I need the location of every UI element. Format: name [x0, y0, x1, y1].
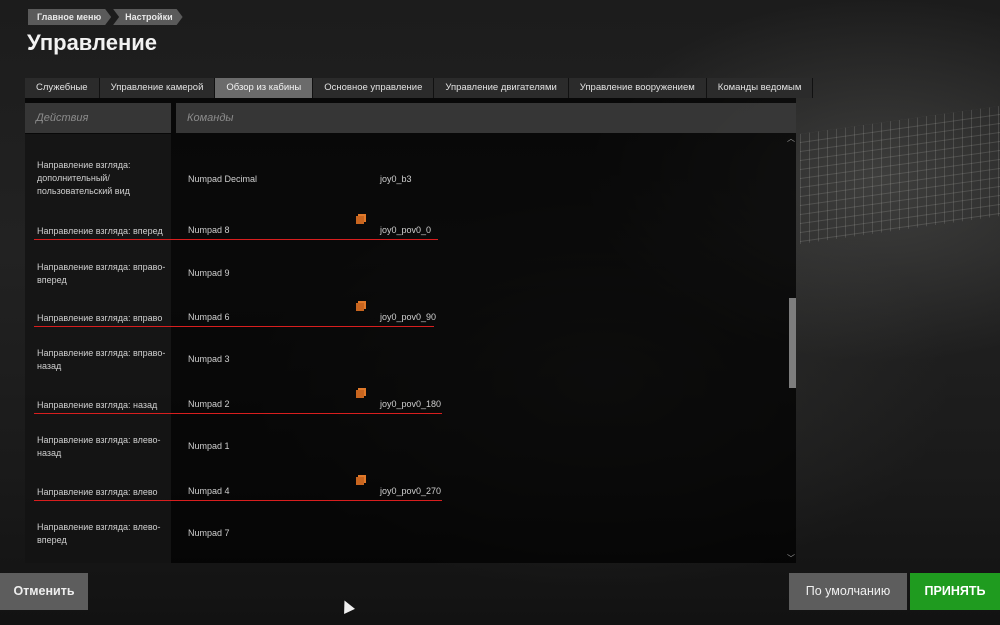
breadcrumb: Главное меню Настройки: [28, 9, 185, 25]
secondary-key[interactable]: joy0_pov0_270: [380, 486, 441, 496]
primary-key[interactable]: Numpad 1: [188, 441, 230, 451]
tab-bar: Служебные Управление камерой Обзор из ка…: [25, 78, 814, 98]
breadcrumb-main-menu[interactable]: Главное меню: [28, 9, 111, 25]
action-label: Направление взгляда: вправо: [37, 313, 163, 323]
binding-row[interactable]: Направление взгляда: влево-вперед Numpad…: [25, 521, 785, 561]
mouse-cursor-icon: [339, 598, 355, 614]
binding-row[interactable]: Направление взгляда: назад Numpad 2 joy0…: [25, 386, 785, 426]
binding-row[interactable]: Направление взгляда: вправо-назад Numpad…: [25, 347, 785, 387]
tab-weapons-control[interactable]: Управление вооружением: [568, 78, 707, 98]
action-label: Направление взгляда: вправо-вперед: [37, 262, 166, 285]
column-header-actions: Действия: [25, 103, 171, 133]
primary-key[interactable]: Numpad 8: [188, 225, 230, 235]
binding-row[interactable]: Направление взгляда: вправо-вперед Numpa…: [25, 261, 785, 301]
binding-row[interactable]: Направление взгляда: дополнительный/поль…: [25, 159, 785, 199]
binding-row[interactable]: Направление взгляда: вперед Numpad 8 joy…: [25, 212, 785, 252]
action-label: Направление взгляда: вправо-назад: [37, 348, 166, 371]
background-hangar-window: [800, 105, 1000, 245]
conflict-icon[interactable]: [356, 216, 364, 224]
accept-button[interactable]: ПРИНЯТЬ: [910, 573, 1000, 610]
tab-service[interactable]: Служебные: [25, 78, 100, 98]
conflict-underline: [34, 413, 442, 414]
conflict-underline: [34, 500, 442, 501]
action-label: Направление взгляда: влево-вперед: [37, 522, 161, 545]
binding-row[interactable]: Направление взгляда: влево Numpad 4 joy0…: [25, 473, 785, 513]
conflict-icon[interactable]: [356, 477, 364, 485]
page-title: Управление: [27, 30, 158, 55]
chevron-down-icon[interactable]: ﹀: [787, 555, 795, 563]
primary-key[interactable]: Numpad 2: [188, 399, 230, 409]
tab-cockpit-view[interactable]: Обзор из кабины: [215, 78, 314, 98]
reset-defaults-button[interactable]: По умолчанию: [789, 573, 907, 610]
bindings-scrollbar[interactable]: ︿ ﹀: [785, 135, 797, 565]
secondary-key[interactable]: joy0_b3: [380, 174, 412, 184]
conflict-underline: [34, 326, 434, 327]
conflict-icon[interactable]: [356, 390, 364, 398]
chevron-up-icon[interactable]: ︿: [787, 135, 795, 143]
bindings-panel: Действия Команды Направление взгляда: до…: [25, 98, 796, 563]
cancel-button[interactable]: Отменить: [0, 573, 88, 610]
column-header-commands: Команды: [176, 103, 796, 133]
binding-row[interactable]: Направление взгляда: влево-назад Numpad …: [25, 434, 785, 474]
primary-key[interactable]: Numpad 3: [188, 354, 230, 364]
primary-key[interactable]: Numpad 9: [188, 268, 230, 278]
action-label: Направление взгляда: влево: [37, 487, 158, 497]
action-label: Направление взгляда: дополнительный/поль…: [37, 160, 131, 196]
tab-main-control[interactable]: Основное управление: [313, 78, 435, 98]
primary-key[interactable]: Numpad 6: [188, 312, 230, 322]
secondary-key[interactable]: joy0_pov0_180: [380, 399, 441, 409]
secondary-key[interactable]: joy0_pov0_90: [380, 312, 436, 322]
tab-camera-control[interactable]: Управление камерой: [99, 78, 216, 98]
tab-engine-control[interactable]: Управление двигателями: [434, 78, 569, 98]
primary-key[interactable]: Numpad Decimal: [188, 174, 257, 184]
action-label: Направление взгляда: назад: [37, 400, 158, 410]
conflict-underline: [34, 239, 438, 240]
breadcrumb-settings[interactable]: Настройки: [113, 9, 182, 25]
primary-key[interactable]: Numpad 4: [188, 486, 230, 496]
tab-wingman-commands[interactable]: Команды ведомым: [706, 78, 814, 98]
action-label: Направление взгляда: влево-назад: [37, 435, 161, 458]
action-label: Направление взгляда: вперед: [37, 226, 163, 236]
binding-row[interactable]: Направление взгляда: вправо Numpad 6 joy…: [25, 299, 785, 339]
conflict-icon[interactable]: [356, 303, 364, 311]
secondary-key[interactable]: joy0_pov0_0: [380, 225, 431, 235]
primary-key[interactable]: Numpad 7: [188, 528, 230, 538]
scroll-thumb[interactable]: [789, 298, 796, 388]
